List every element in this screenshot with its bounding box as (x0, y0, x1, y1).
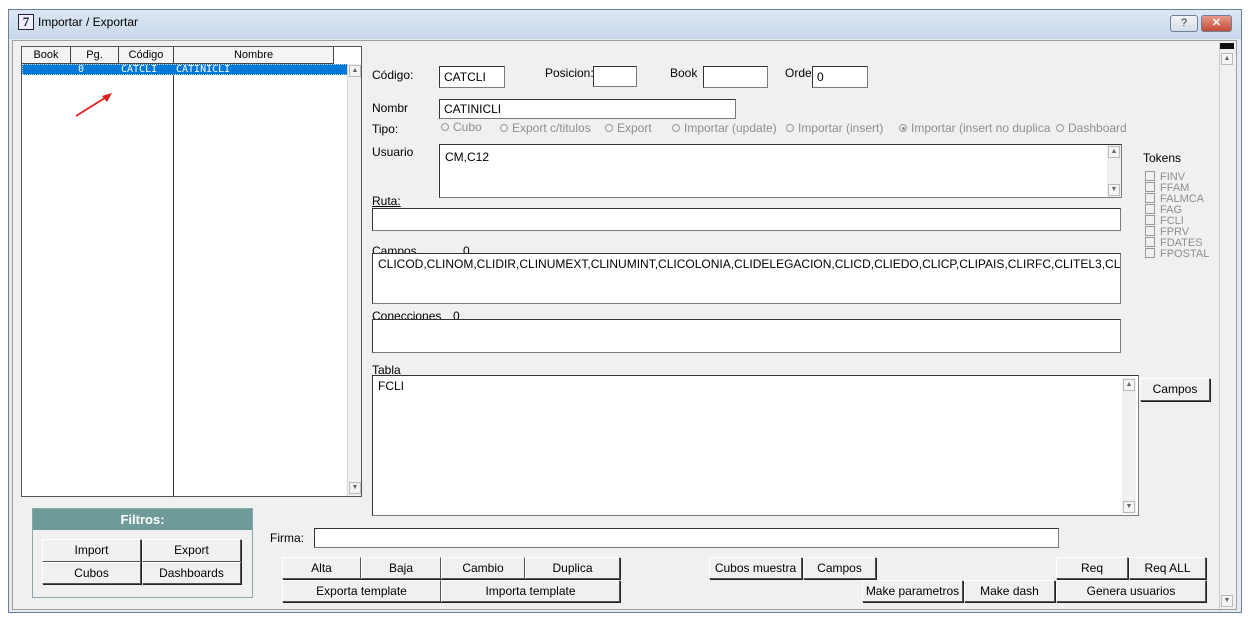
col-header-nombre[interactable]: Nombre (174, 47, 334, 64)
tipo-radio-importar-no-duplica[interactable]: Importar (insert no duplica (899, 121, 1056, 135)
usuario-scrollbar[interactable]: ▲ ▼ (1107, 145, 1121, 197)
usuario-scroll-up-icon[interactable]: ▲ (1108, 146, 1120, 158)
genera-usuarios-button[interactable]: Genera usuarios (1056, 580, 1206, 602)
campos-textarea[interactable]: CLICOD,CLINOM,CLIDIR,CLINUMEXT,CLINUMINT… (372, 253, 1121, 304)
orden-input[interactable]: 0 (812, 66, 868, 88)
conecciones-textarea[interactable] (372, 319, 1121, 353)
cubos-muestra-button[interactable]: Cubos muestra (709, 557, 802, 579)
col-header-codigo[interactable]: Código (119, 47, 174, 64)
tabla-scrollbar[interactable]: ▲ ▼ (1122, 378, 1136, 514)
tipo-radio-importar-insert[interactable]: Importar (insert) (786, 121, 883, 135)
radio-icon (672, 124, 680, 132)
radio-icon (1056, 124, 1064, 132)
tabla-text: FCLI (378, 379, 405, 393)
orden-label: Orde (785, 66, 812, 80)
tipo-radio-export-titulos[interactable]: Export c/titulos (500, 121, 591, 135)
grid-scroll-up-icon[interactable]: ▲ (349, 65, 361, 77)
checkbox-icon (1145, 248, 1155, 258)
window-title: Importar / Exportar (38, 15, 139, 29)
req-button[interactable]: Req (1056, 557, 1128, 579)
importa-template-button[interactable]: Importa template (441, 580, 620, 602)
annotation-arrow-icon (75, 93, 112, 117)
tabla-scroll-up-icon[interactable]: ▲ (1123, 379, 1135, 391)
tokens-title: Tokens (1143, 151, 1182, 165)
filtros-header: Filtros: (33, 509, 252, 530)
codigo-input[interactable]: CATCLI (439, 66, 505, 88)
tipo-radio-cubo[interactable]: Cubo (441, 120, 482, 134)
checkbox-icon (1145, 171, 1155, 181)
main-scroll-up-icon[interactable]: ▲ (1221, 53, 1233, 65)
campos-button[interactable]: Campos (803, 557, 876, 579)
req-all-button[interactable]: Req ALL (1129, 557, 1206, 579)
cell-codigo: CATCLI (121, 64, 158, 75)
codigo-label: Código: (372, 68, 414, 82)
tokens-list: FINV FFAM FALMCA FAG FCLI FPRV FDATES FP… (1145, 171, 1225, 263)
cell-pg: 0 (78, 64, 85, 75)
filtros-panel: Filtros: Import Export Cubos Dashboards (32, 508, 253, 598)
book-label: Book (670, 66, 698, 80)
duplica-button[interactable]: Duplica (525, 557, 620, 579)
checkbox-icon (1145, 237, 1155, 247)
exporta-template-button[interactable]: Exporta template (282, 580, 441, 602)
nombre-label: Nombr (372, 101, 409, 115)
col-header-pg[interactable]: Pg. (71, 47, 119, 64)
tabla-textarea[interactable]: FCLI ▲ ▼ (372, 375, 1139, 516)
book-input[interactable] (703, 66, 768, 88)
records-grid[interactable]: Book Pg. Código Nombre 0 CATCLI CATINICL… (21, 46, 362, 497)
tipo-radio-importar-update[interactable]: Importar (update) (672, 121, 778, 135)
radio-icon (786, 124, 794, 132)
nombre-input[interactable]: CATINICLI (439, 99, 736, 119)
checkbox-icon (1145, 204, 1155, 214)
firma-label: Firma: (270, 531, 304, 545)
token-fpostal-checkbox[interactable]: FPOSTAL (1145, 248, 1209, 260)
title-bar: 7 Importar / Exportar ? ✕ (9, 10, 1241, 39)
radio-icon (605, 124, 613, 132)
tipo-radio-export[interactable]: Export (605, 121, 652, 135)
app-icon: 7 (18, 14, 34, 30)
checkbox-icon (1145, 193, 1155, 203)
main-scroll-down-icon[interactable]: ▼ (1221, 595, 1233, 607)
filter-dashboards-button[interactable]: Dashboards (142, 562, 241, 584)
usuario-label: Usuario (372, 145, 414, 159)
grid-scrollbar[interactable]: ▲ ▼ (347, 64, 361, 496)
radio-icon (441, 123, 449, 131)
radio-selected-icon (899, 124, 907, 132)
ruta-label: Ruta: (372, 194, 401, 208)
col-divider (173, 64, 174, 497)
checkbox-icon (1145, 226, 1155, 236)
posicion-input[interactable] (593, 66, 637, 87)
close-button[interactable]: ✕ (1201, 15, 1232, 32)
filter-cubos-button[interactable]: Cubos (42, 562, 141, 584)
make-parametros-button[interactable]: Make parametros (862, 580, 963, 602)
main-window: 7 Importar / Exportar ? ✕ Book Pg. Códig… (8, 9, 1242, 613)
grid-scroll-down-icon[interactable]: ▼ (349, 482, 361, 494)
filter-export-button[interactable]: Export (142, 539, 241, 562)
cambio-button[interactable]: Cambio (441, 557, 525, 579)
posicion-label: Posicion: (545, 66, 594, 80)
campos-side-button[interactable]: Campos (1140, 378, 1210, 401)
make-dash-button[interactable]: Make dash (964, 580, 1055, 602)
col-header-book[interactable]: Book (22, 47, 71, 64)
ruta-input[interactable] (372, 208, 1121, 231)
checkbox-icon (1145, 215, 1155, 225)
client-area: Book Pg. Código Nombre 0 CATCLI CATINICL… (12, 40, 1237, 610)
firma-input[interactable] (314, 528, 1059, 548)
scroll-thumb[interactable] (1220, 43, 1234, 49)
alta-button[interactable]: Alta (282, 557, 361, 579)
usuario-scroll-down-icon[interactable]: ▼ (1108, 184, 1120, 196)
tipo-label: Tipo: (372, 122, 399, 136)
cell-nombre: CATINICLI (176, 64, 231, 75)
usuario-textarea[interactable]: CM,C12 ▲ ▼ (439, 144, 1122, 198)
main-scrollbar[interactable]: ▲ ▼ (1219, 43, 1234, 609)
tabla-scroll-down-icon[interactable]: ▼ (1123, 501, 1135, 513)
table-row-selected[interactable]: 0 CATCLI CATINICLI (22, 64, 348, 75)
radio-icon (500, 124, 508, 132)
tipo-radio-dashboard[interactable]: Dashboard (1056, 121, 1127, 135)
help-button[interactable]: ? (1170, 15, 1198, 32)
checkbox-icon (1145, 182, 1155, 192)
usuario-text: CM,C12 (445, 150, 490, 164)
baja-button[interactable]: Baja (361, 557, 441, 579)
filter-import-button[interactable]: Import (42, 539, 141, 562)
